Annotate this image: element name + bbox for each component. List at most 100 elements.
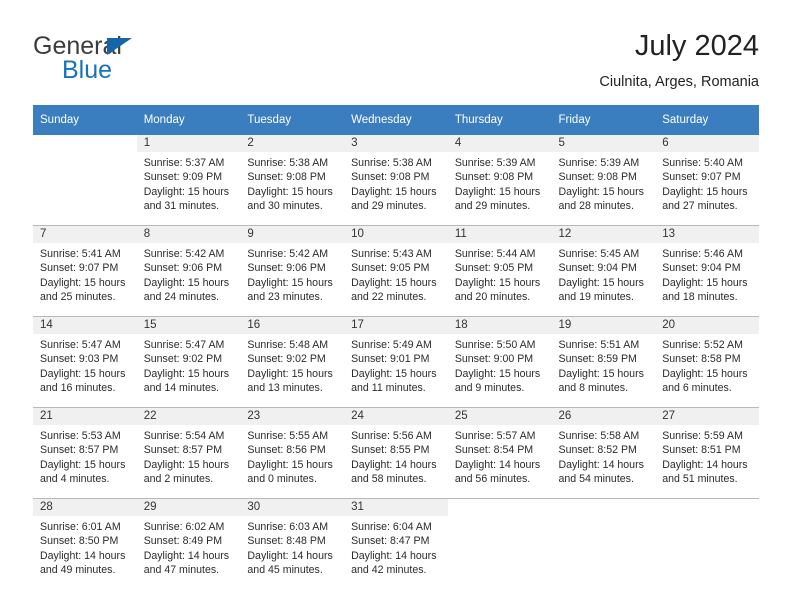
day-cell-inner [448,499,552,589]
calendar-week-row: 7 Sunrise: 5:41 AM Sunset: 9:07 PM Daylight… [33,225,759,317]
calendar-day-cell[interactable]: 28 Sunrise: 6:01 AM Sunset: 8:50 PM Dayligh… [33,498,137,589]
calendar-day-cell[interactable]: 23 Sunrise: 5:55 AM Sunset: 8:56 PM Dayligh… [240,407,345,499]
sun-times-block: Sunrise: 5:59 AM Sunset: 8:51 PM Daylight:… [655,425,759,486]
calendar-day-cell[interactable]: 16 Sunrise: 5:48 AM Sunset: 9:02 PM Dayligh… [240,316,345,408]
calendar-day-cell[interactable]: 30 Sunrise: 6:03 AM Sunset: 8:48 PM Dayligh… [240,498,345,589]
day-number: 12 [551,226,656,243]
day-number: 9 [240,226,345,243]
daylight-duration-line2: and 24 minutes. [143,290,220,303]
daylight-duration-line1: Daylight: 14 hours [351,458,437,471]
sunset-time: Sunset: 9:08 PM [454,171,534,184]
day-cell-inner [33,135,137,225]
sunrise-time: Sunrise: 5:47 AM [40,339,121,351]
sunset-time: Sunset: 8:49 PM [143,535,223,548]
day-cell-inner: 20 Sunrise: 5:52 AM Sunset: 8:58 PM Dayligh… [655,317,759,407]
calendar-day-cell[interactable]: 11 Sunrise: 5:44 AM Sunset: 9:05 PM Dayligh… [447,225,552,317]
calendar-day-cell[interactable]: 8 Sunrise: 5:42 AM Sunset: 9:06 PM Daylight… [136,225,241,317]
calendar-day-cell[interactable]: 2 Sunrise: 5:38 AM Sunset: 9:08 PM Daylight… [240,135,345,226]
sunrise-time: Sunrise: 5:45 AM [558,248,640,260]
calendar-day-cell[interactable]: 15 Sunrise: 5:47 AM Sunset: 9:02 PM Dayligh… [136,316,241,408]
sunset-time: Sunset: 9:05 PM [351,262,430,275]
daylight-duration-line1: Daylight: 15 hours [247,458,333,471]
sunset-time: Sunset: 8:52 PM [558,444,637,457]
sunrise-time: Sunrise: 5:42 AM [143,248,225,260]
calendar-day-cell[interactable]: 1 Sunrise: 5:37 AM Sunset: 9:09 PM Daylight… [136,135,241,226]
calendar-day-cell[interactable]: 9 Sunrise: 5:42 AM Sunset: 9:06 PM Daylight… [240,225,345,317]
calendar-empty-cell [655,498,759,589]
calendar-day-cell[interactable]: 6 Sunrise: 5:40 AM Sunset: 9:07 PM Daylight… [655,135,759,226]
day-cell-inner: 7 Sunrise: 5:41 AM Sunset: 9:07 PM Daylight… [33,226,137,316]
calendar-day-cell[interactable]: 14 Sunrise: 5:47 AM Sunset: 9:03 PM Dayligh… [33,316,137,408]
daylight-duration-line1: Daylight: 14 hours [143,549,230,562]
calendar-day-cell[interactable]: 10 Sunrise: 5:43 AM Sunset: 9:05 PM Dayligh… [344,225,448,317]
calendar-day-cell[interactable]: 19 Sunrise: 5:51 AM Sunset: 8:59 PM Dayligh… [551,316,656,408]
calendar-day-cell[interactable]: 25 Sunrise: 5:57 AM Sunset: 8:54 PM Dayligh… [447,407,552,499]
sunset-time: Sunset: 9:04 PM [558,262,637,275]
day-number: 26 [551,408,656,425]
sunrise-time: Sunrise: 5:44 AM [454,248,536,260]
calendar-day-cell[interactable]: 3 Sunrise: 5:38 AM Sunset: 9:08 PM Daylight… [344,135,448,226]
daylight-duration-line2: and 45 minutes. [247,563,323,576]
calendar-day-cell[interactable]: 24 Sunrise: 5:56 AM Sunset: 8:55 PM Dayligh… [344,407,448,499]
sun-times-block: Sunrise: 5:40 AM Sunset: 9:07 PM Daylight:… [655,152,759,213]
calendar-day-cell[interactable]: 21 Sunrise: 5:53 AM Sunset: 8:57 PM Dayligh… [33,407,137,499]
calendar-day-cell[interactable]: 29 Sunrise: 6:02 AM Sunset: 8:49 PM Dayligh… [136,498,241,589]
calendar-day-cell[interactable]: 18 Sunrise: 5:50 AM Sunset: 9:00 PM Dayligh… [447,316,552,408]
sun-times-block: Sunrise: 5:43 AM Sunset: 9:05 PM Daylight:… [344,243,448,304]
daylight-duration-line1: Daylight: 15 hours [143,185,230,198]
daylight-duration-line1: Daylight: 15 hours [558,185,644,198]
calendar-day-cell[interactable]: 27 Sunrise: 5:59 AM Sunset: 8:51 PM Dayligh… [655,407,759,499]
sunrise-time: Sunrise: 5:38 AM [351,157,432,169]
day-cell-inner: 4 Sunrise: 5:39 AM Sunset: 9:08 PM Daylight… [447,135,552,225]
page-header: General Blue July 2024 Ciulnita, Arges, … [33,28,759,98]
day-cell-inner: 2 Sunrise: 5:38 AM Sunset: 9:08 PM Daylight… [240,135,345,225]
day-cell-inner: 23 Sunrise: 5:55 AM Sunset: 8:56 PM Dayligh… [240,408,345,498]
day-number: 31 [344,499,448,516]
brand-logo: General Blue [33,32,263,94]
daylight-duration-line1: Daylight: 15 hours [351,276,437,289]
sun-times-block: Sunrise: 5:37 AM Sunset: 9:09 PM Daylight:… [137,152,241,213]
day-number: 6 [655,135,759,152]
sunrise-time: Sunrise: 6:01 AM [40,521,121,533]
daylight-duration-line1: Daylight: 14 hours [40,549,126,562]
calendar-day-cell[interactable]: 12 Sunrise: 5:45 AM Sunset: 9:04 PM Dayligh… [551,225,656,317]
sun-times-block: Sunrise: 5:51 AM Sunset: 8:59 PM Daylight:… [552,334,656,395]
sunrise-time: Sunrise: 5:42 AM [247,248,329,260]
day-number: 7 [33,226,137,243]
sun-times-block: Sunrise: 5:56 AM Sunset: 8:55 PM Daylight:… [344,425,448,486]
day-number [33,135,137,152]
calendar-day-cell[interactable]: 26 Sunrise: 5:58 AM Sunset: 8:52 PM Dayligh… [551,407,656,499]
daylight-duration-line1: Daylight: 15 hours [247,185,333,198]
sunset-time: Sunset: 8:58 PM [662,353,741,366]
sunrise-time: Sunrise: 5:55 AM [247,430,329,442]
calendar-day-cell[interactable]: 20 Sunrise: 5:52 AM Sunset: 8:58 PM Dayligh… [655,316,759,408]
calendar-day-cell[interactable]: 13 Sunrise: 5:46 AM Sunset: 9:04 PM Dayligh… [655,225,759,317]
calendar-day-cell[interactable]: 22 Sunrise: 5:54 AM Sunset: 8:57 PM Dayligh… [136,407,241,499]
weekday-header-friday: Friday [551,105,656,135]
day-number: 16 [240,317,345,334]
daylight-duration-line1: Daylight: 15 hours [247,367,333,380]
calendar-day-cell[interactable]: 31 Sunrise: 6:04 AM Sunset: 8:47 PM Dayligh… [344,498,448,589]
daylight-duration-line2: and 56 minutes. [454,472,531,485]
sunrise-time: Sunrise: 5:48 AM [247,339,329,351]
day-cell-inner [655,499,759,589]
day-cell-inner: 26 Sunrise: 5:58 AM Sunset: 8:52 PM Dayligh… [551,408,656,498]
calendar-empty-cell [551,498,656,589]
daylight-duration-line2: and 54 minutes. [558,472,634,485]
sunrise-time: Sunrise: 5:53 AM [40,430,121,442]
day-number: 14 [33,317,137,334]
day-cell-inner: 19 Sunrise: 5:51 AM Sunset: 8:59 PM Dayligh… [551,317,656,407]
calendar-day-cell[interactable]: 4 Sunrise: 5:39 AM Sunset: 9:08 PM Daylight… [447,135,552,226]
sun-times-block: Sunrise: 5:47 AM Sunset: 9:02 PM Daylight:… [137,334,241,395]
sunrise-time: Sunrise: 5:46 AM [662,248,743,260]
sunrise-time: Sunrise: 6:04 AM [351,521,432,533]
calendar-day-cell[interactable]: 17 Sunrise: 5:49 AM Sunset: 9:01 PM Dayligh… [344,316,448,408]
sunset-time: Sunset: 9:01 PM [351,353,430,366]
calendar-week-row: 14 Sunrise: 5:47 AM Sunset: 9:03 PM Dayligh… [33,316,759,408]
calendar-day-cell[interactable]: 5 Sunrise: 5:39 AM Sunset: 9:08 PM Daylight… [551,135,656,226]
calendar-day-cell[interactable]: 7 Sunrise: 5:41 AM Sunset: 9:07 PM Daylight… [33,225,137,317]
sunset-time: Sunset: 9:08 PM [558,171,637,184]
sun-times-block: Sunrise: 5:55 AM Sunset: 8:56 PM Daylight:… [240,425,344,486]
weekday-header-monday: Monday [136,105,241,135]
day-number: 10 [344,226,448,243]
